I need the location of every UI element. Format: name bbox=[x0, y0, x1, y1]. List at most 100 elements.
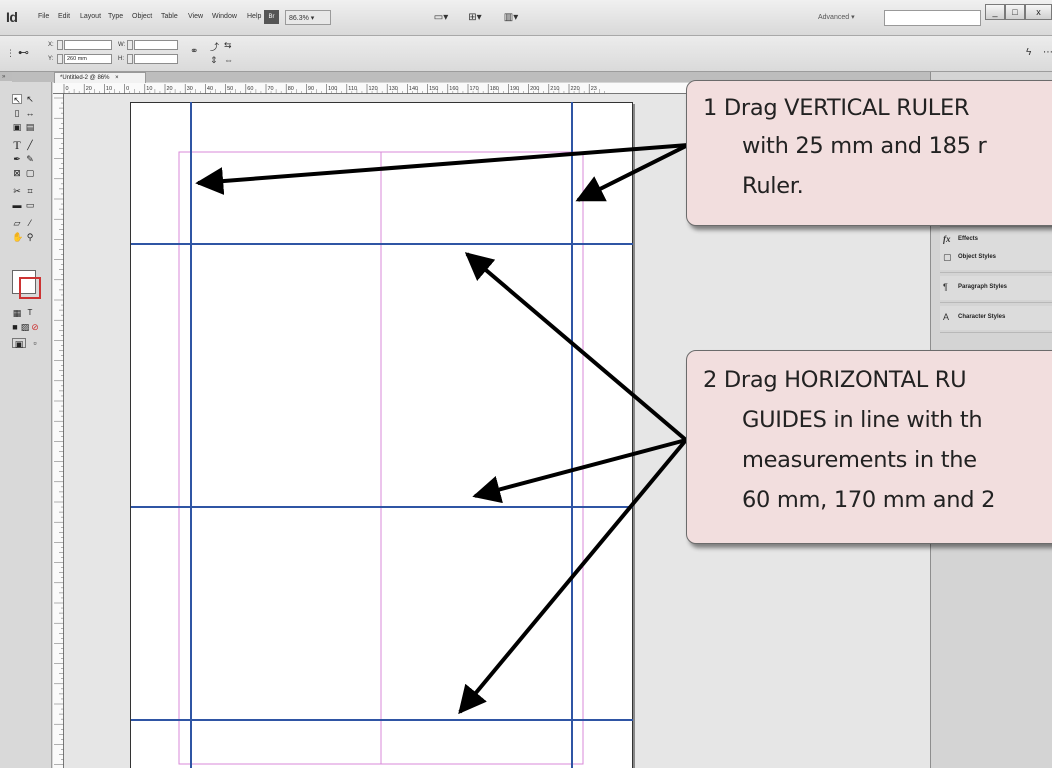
minimize-button[interactable]: _ bbox=[985, 4, 1005, 20]
rotate-icon[interactable]: ⤴ bbox=[210, 40, 219, 53]
apply-none-icon[interactable]: ⊘ bbox=[30, 322, 40, 332]
object-styles-icon: ▢ bbox=[943, 252, 952, 262]
w-label: W: bbox=[118, 42, 126, 48]
indesign-logo: Id bbox=[6, 9, 18, 25]
callout-1-line-3: Ruler. bbox=[742, 173, 804, 199]
panel-divider bbox=[940, 272, 1052, 273]
h-stepper[interactable] bbox=[127, 54, 133, 64]
zoom-value: 86.3% bbox=[289, 15, 309, 22]
menu-bar: Id File Edit Layout Type Object Table Vi… bbox=[0, 0, 1052, 36]
workspace-switcher[interactable]: Advanced ▾ bbox=[818, 13, 855, 21]
panel-menu-icon[interactable]: ⋯ bbox=[1043, 47, 1052, 58]
instruction-callout-step-1: 1 Drag VERTICAL RULER with 25 mm and 185… bbox=[686, 80, 1052, 226]
grip-icon: ⋮ bbox=[6, 48, 15, 58]
pen-tool-icon[interactable]: ✒ bbox=[12, 154, 22, 164]
control-panel: ⋮ ⊷ X: Y: 260 mm W: H: ⚭ ⤴ ⇆ ⇕ ⇔ ϟ ⋯ bbox=[0, 36, 1052, 72]
note-tool-icon[interactable]: ▱ bbox=[12, 218, 22, 228]
menu-help[interactable]: Help bbox=[247, 13, 261, 20]
instruction-callout-step-2: 2 Drag HORIZONTAL RU GUIDES in line with… bbox=[686, 350, 1052, 544]
workspace-label: Advanced bbox=[818, 14, 850, 21]
apply-gradient-icon[interactable]: ▨ bbox=[20, 322, 30, 332]
h-field[interactable] bbox=[134, 54, 178, 64]
zoom-dropdown[interactable]: 86.3% ▾ bbox=[285, 10, 331, 25]
menu-object[interactable]: Object bbox=[132, 13, 152, 20]
w-stepper[interactable] bbox=[127, 40, 133, 50]
panel-divider bbox=[940, 302, 1052, 303]
formatting-text-icon[interactable]: T bbox=[25, 308, 35, 318]
document-tab-title: *Untitled-2 @ 86% bbox=[60, 75, 110, 81]
paragraph-styles-icon: ¶ bbox=[943, 282, 948, 292]
gradient-swatch-tool-icon[interactable]: ▬ bbox=[12, 200, 22, 210]
flip-vertical-icon[interactable]: ⇕ bbox=[210, 55, 218, 66]
h-label: H: bbox=[118, 56, 124, 62]
content-placer-icon[interactable]: ▤ bbox=[25, 122, 35, 132]
character-styles-panel-button[interactable]: A Character Styles bbox=[940, 306, 1052, 330]
document-page[interactable] bbox=[130, 102, 633, 768]
selection-tool-icon[interactable]: ↖ bbox=[12, 94, 22, 105]
paragraph-styles-label: Paragraph Styles bbox=[958, 284, 1008, 290]
callout-2-line-3: measurements in the bbox=[742, 447, 977, 473]
hand-tool-icon[interactable]: ✋ bbox=[12, 232, 23, 242]
shear-icon[interactable]: ⇆ bbox=[224, 40, 232, 51]
rectangle-tool-icon[interactable]: ▢ bbox=[25, 168, 35, 178]
menu-window[interactable]: Window bbox=[212, 13, 237, 20]
document-tab-close-icon[interactable]: × bbox=[115, 75, 119, 81]
view-options-icon[interactable]: ⊞▾ bbox=[466, 9, 484, 25]
x-stepper[interactable] bbox=[57, 40, 63, 50]
paragraph-styles-panel-button[interactable]: ¶ Paragraph Styles bbox=[940, 276, 1052, 300]
menu-type[interactable]: Type bbox=[108, 13, 123, 20]
collapse-icon[interactable]: » bbox=[2, 74, 5, 80]
bridge-icon[interactable]: Br bbox=[264, 10, 279, 24]
y-stepper[interactable] bbox=[57, 54, 63, 64]
menu-edit[interactable]: Edit bbox=[58, 13, 70, 20]
panel-divider bbox=[940, 332, 1052, 333]
scissors-tool-icon[interactable]: ✂ bbox=[12, 186, 22, 196]
direct-selection-tool-icon[interactable]: ↖ bbox=[25, 94, 35, 104]
menu-table[interactable]: Table bbox=[161, 13, 178, 20]
menu-layout[interactable]: Layout bbox=[80, 13, 101, 20]
x-field[interactable] bbox=[64, 40, 112, 50]
page-tool-icon[interactable]: ▯ bbox=[12, 108, 22, 118]
effects-icon: fx bbox=[943, 234, 951, 244]
object-styles-label: Object Styles bbox=[958, 254, 997, 260]
lightning-icon[interactable]: ϟ bbox=[1026, 47, 1031, 58]
content-collector-icon[interactable]: ▣ bbox=[12, 122, 22, 132]
rectangle-frame-tool-icon[interactable]: ⊠ bbox=[12, 168, 22, 178]
object-styles-panel-button[interactable]: ▢ Object Styles bbox=[940, 246, 1052, 270]
menu-view[interactable]: View bbox=[188, 13, 203, 20]
help-search-input[interactable] bbox=[884, 10, 981, 26]
constrain-proportions-icon[interactable]: ⚭ bbox=[190, 46, 198, 57]
screen-mode-icon[interactable]: ▭▾ bbox=[432, 9, 450, 25]
arrange-documents-icon[interactable]: ▥▾ bbox=[502, 9, 520, 25]
effects-label: Effects bbox=[958, 236, 979, 242]
reference-point-icon[interactable]: ⊷ bbox=[18, 46, 29, 59]
zoom-tool-icon[interactable]: ⚲ bbox=[25, 232, 35, 242]
menu-file[interactable]: File bbox=[38, 13, 49, 20]
gradient-feather-tool-icon[interactable]: ▭ bbox=[25, 200, 35, 210]
preview-mode-icon[interactable]: ▫ bbox=[30, 338, 40, 348]
callout-2-line-1: 2 Drag HORIZONTAL RU bbox=[703, 367, 967, 393]
flip-horizontal-icon[interactable]: ⇔ bbox=[224, 55, 233, 65]
formatting-container-icon[interactable]: ▦ bbox=[12, 308, 22, 318]
panel-divider bbox=[940, 226, 1052, 227]
document-tab[interactable]: *Untitled-2 @ 86% × bbox=[54, 72, 146, 83]
free-transform-tool-icon[interactable]: ⌗ bbox=[25, 186, 35, 196]
character-styles-icon: A bbox=[943, 312, 950, 322]
w-field[interactable] bbox=[134, 40, 178, 50]
x-label: X: bbox=[48, 42, 54, 48]
maximize-button[interactable]: □ bbox=[1005, 4, 1025, 20]
y-label: Y: bbox=[48, 56, 54, 62]
close-button[interactable]: x bbox=[1025, 4, 1052, 20]
y-field[interactable]: 260 mm bbox=[64, 54, 112, 64]
callout-1-line-2: with 25 mm and 185 r bbox=[742, 133, 987, 159]
type-tool-icon[interactable]: T bbox=[12, 139, 22, 151]
normal-mode-icon[interactable]: ▣ bbox=[12, 338, 26, 349]
stroke-swatch[interactable] bbox=[19, 277, 41, 299]
line-tool-icon[interactable]: ╱ bbox=[25, 140, 35, 150]
gap-tool-icon[interactable]: ↔ bbox=[25, 108, 35, 118]
pencil-tool-icon[interactable]: ✎ bbox=[25, 154, 35, 164]
vertical-ruler[interactable] bbox=[53, 94, 64, 768]
eyedropper-tool-icon[interactable]: ⁄ bbox=[25, 218, 35, 228]
apply-color-icon[interactable]: ■ bbox=[10, 322, 20, 332]
callout-2-line-4: 60 mm, 170 mm and 2 bbox=[742, 487, 996, 513]
